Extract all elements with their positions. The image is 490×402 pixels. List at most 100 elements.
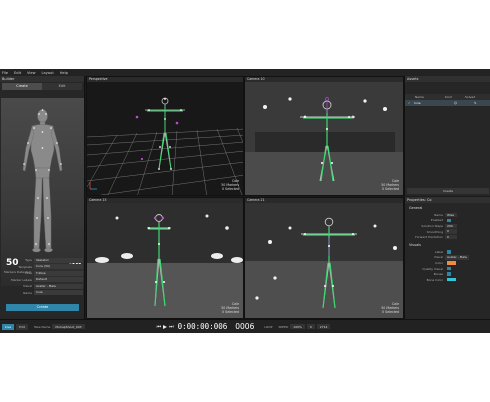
viewport-info: Cole 50 Markers 0 Selected	[221, 302, 239, 314]
prop-label: Visual	[434, 255, 443, 260]
viewport-title: Perspective	[87, 77, 243, 82]
viewport-info: Cole 50 Markers 0 Selected	[221, 179, 239, 191]
prop-row-type: Type Skeleton	[2, 257, 83, 263]
template-select[interactable]: Core (50)	[34, 264, 83, 269]
take-name-label: Take Name	[33, 324, 51, 329]
prop-label: Smoothing	[426, 229, 443, 234]
name-input[interactable]: Wise	[445, 212, 457, 218]
step-back-icon[interactable]: ⏮	[157, 324, 162, 330]
viewport-title: Camera 21	[245, 198, 403, 203]
viewport-info: Cole 50 Markers 0 Selected	[381, 179, 399, 191]
assets-title: Assets	[405, 76, 490, 82]
builder-properties: Type Skeleton Template Core (50) Pose T-…	[2, 257, 83, 296]
prop-label: Label	[434, 249, 443, 254]
bone-color-swatch[interactable]	[447, 277, 456, 282]
prop-row-visual: Visual Avatar - Male	[2, 283, 83, 289]
viewport-title: Camera 15	[87, 198, 243, 203]
forward-prediction-input[interactable]: 0	[445, 234, 457, 240]
prop-row-pose: Pose T-Pose	[2, 270, 83, 276]
builder-title: Builder	[0, 76, 84, 82]
prop-label: Name	[434, 212, 443, 217]
visual-select[interactable]: Avatar - Male	[445, 255, 469, 260]
transport-bar: Live Edit Take Name MoCapShoot_003 ⏮ ⏭ 0…	[0, 319, 490, 333]
menu-view[interactable]: View	[27, 71, 36, 75]
asset-create-button[interactable]: Create	[407, 188, 489, 194]
properties-title: Properties: Co	[405, 197, 490, 203]
name-field[interactable]: Cole	[34, 290, 83, 295]
prop-row-template: Template Core (50)	[2, 264, 83, 270]
skeleton-kind-icon: ☺	[454, 101, 458, 105]
info-selected: 0 Selected	[382, 310, 399, 314]
asset-name: Cole	[414, 101, 421, 105]
loop-button[interactable]: LOOP	[264, 325, 272, 329]
visual-select[interactable]: Avatar - Male	[34, 283, 83, 289]
speed-label: SPEED	[278, 324, 289, 329]
prop-bone-color: Bone Color	[405, 277, 490, 283]
camera-10-scene	[245, 82, 403, 195]
prop-row-name: Name Cole	[2, 290, 83, 296]
builder-tabs: Create Edit	[2, 83, 82, 90]
visuals-section-label: Visuals	[409, 242, 421, 247]
range-end-field[interactable]: 2714	[316, 324, 331, 329]
motion-capture-app-window: File Edit View Layout Help Builder Creat…	[0, 69, 490, 333]
bones-checkbox[interactable]	[447, 272, 451, 276]
builder-panel: Builder Create Edit 50 Markers Detected …	[0, 76, 85, 319]
type-select[interactable]: Skeleton	[34, 257, 83, 263]
tab-edit[interactable]: Edit	[42, 83, 82, 90]
menu-bar: File Edit View Layout Help	[0, 69, 490, 76]
play-icon[interactable]	[163, 324, 168, 329]
frame-display: 0006	[235, 322, 255, 331]
info-selected: 0 Selected	[382, 187, 399, 191]
prop-label: Pose	[25, 271, 32, 275]
create-button[interactable]: Create	[6, 304, 79, 311]
prop-forward-prediction: Forward Prediction 0	[405, 234, 490, 240]
prop-label: Marker Labels	[11, 277, 32, 282]
camera-15-scene	[87, 203, 243, 318]
timecode-display: 0:00:00:006	[177, 322, 228, 331]
speed-field[interactable]: 100%	[290, 324, 305, 329]
viewport-title: Camera 10	[245, 77, 403, 82]
viewport-camera-21[interactable]: Camera 21 Cole 50 Markers 0 Selected	[244, 197, 404, 319]
tab-create[interactable]: Create	[2, 83, 42, 90]
asset-row[interactable]: ✔ Cole ☺ ✎	[405, 100, 490, 106]
marker-labels-select[interactable]: Default	[34, 277, 83, 282]
prop-label: Visual	[23, 284, 32, 288]
menu-layout[interactable]: Layout	[42, 71, 54, 75]
prop-label: Name	[23, 290, 32, 295]
prop-label: Bone Color	[426, 277, 443, 282]
prop-label: Template	[18, 264, 32, 269]
live-mode-button[interactable]: Live	[2, 323, 15, 330]
step-forward-icon[interactable]: ⏭	[169, 324, 174, 330]
prop-label: Quality Visual	[422, 266, 443, 271]
prop-label: Color	[435, 260, 443, 265]
menu-file[interactable]: File	[2, 71, 8, 75]
edit-icon[interactable]: ✎	[474, 100, 484, 106]
pose-select[interactable]: T-Pose	[34, 270, 83, 276]
info-selected: 0 Selected	[222, 310, 239, 314]
menu-help[interactable]: Help	[60, 71, 68, 75]
range-start-field[interactable]: 0	[306, 324, 315, 329]
prop-row-marker-labels: Marker Labels Default	[2, 277, 83, 283]
prop-label: Bones	[433, 272, 443, 277]
prop-label: Enabled	[430, 218, 443, 223]
quality-visual-checkbox[interactable]	[447, 266, 451, 271]
solution-steps-input[interactable]: 200	[445, 223, 457, 229]
viewport-camera-15[interactable]: Camera 15 Cole 50 Markers 0 Selected	[86, 197, 244, 319]
prop-label: Type	[25, 258, 32, 262]
viewport-camera-10[interactable]: Camera 10 Cole 50 Markers 0 Selected	[244, 76, 404, 196]
label-checkbox[interactable]	[447, 250, 451, 254]
color-swatch[interactable]	[447, 261, 456, 265]
take-name-field[interactable]: MoCapShoot_003	[52, 324, 85, 329]
properties-panel: Properties: Co General Name Wise Enabled…	[404, 197, 490, 319]
viewport-perspective[interactable]: Perspective Cole 50 Markers 0 Selected	[86, 76, 244, 196]
info-selected: 0 Selected	[222, 187, 239, 191]
menu-edit[interactable]: Edit	[14, 71, 21, 75]
prop-label: Forward Prediction	[415, 235, 443, 240]
enabled-checkbox[interactable]	[447, 218, 451, 223]
general-section-label: General	[409, 206, 423, 210]
edit-mode-button[interactable]: Edit	[16, 323, 28, 330]
viewport-info: Cole 50 Markers 0 Selected	[381, 302, 399, 314]
assets-panel: Assets Name Kind Solved ✔ Cole ☺ ✎ Creat…	[404, 76, 490, 196]
smoothing-input[interactable]: 0	[445, 229, 457, 234]
prop-label: Solution Steps	[421, 223, 443, 228]
